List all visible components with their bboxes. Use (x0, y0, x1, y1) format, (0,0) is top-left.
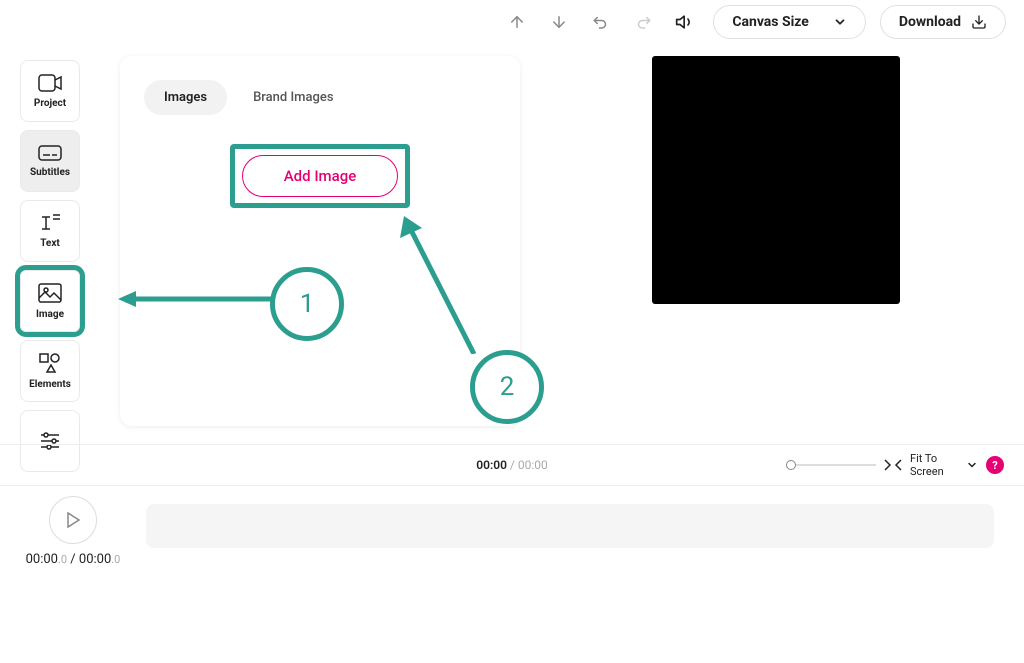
annotation-arrow-2 (394, 214, 484, 354)
image-icon (38, 283, 62, 303)
zoom-slider[interactable] (786, 464, 876, 466)
move-down-icon[interactable] (545, 8, 573, 36)
play-time: 00:00.0 / 00:00.0 (26, 552, 121, 567)
annotation-step-1: 1 (270, 267, 344, 341)
panel-tabs: Images Brand Images (144, 80, 496, 115)
sidebar-item-label: Text (40, 238, 60, 249)
play-current-frac: .0 (58, 553, 67, 566)
move-up-icon[interactable] (503, 8, 531, 36)
fit-icon (884, 459, 902, 471)
fit-to-screen-label[interactable]: Fit To Screen (910, 452, 958, 478)
video-icon (38, 74, 62, 92)
zoom-slider-thumb[interactable] (786, 460, 796, 470)
subtitles-icon (38, 145, 62, 161)
download-icon (971, 14, 987, 30)
undo-icon[interactable] (587, 8, 615, 36)
download-button[interactable]: Download (880, 5, 1006, 39)
sidebar-item-label: Subtitles (30, 167, 70, 178)
play-total: 00:00 (79, 552, 111, 567)
elements-icon (39, 353, 61, 373)
add-image-button[interactable]: Add Image (242, 155, 398, 197)
sidebar-item-label: Image (36, 309, 64, 320)
sidebar-item-subtitles[interactable]: Subtitles (20, 130, 80, 192)
canvas-preview[interactable] (652, 56, 900, 304)
timeline-total: 00:00 (518, 458, 548, 472)
add-image-highlight: Add Image (230, 144, 410, 208)
canvas-size-label: Canvas Size (732, 14, 809, 30)
redo-icon[interactable] (629, 8, 657, 36)
play-button[interactable] (49, 496, 97, 544)
text-icon (39, 214, 61, 232)
timeline-right-controls: Fit To Screen ? (786, 452, 1004, 478)
chevron-down-icon[interactable] (966, 459, 978, 471)
sidebar-item-image[interactable]: Image (20, 270, 80, 332)
play-total-frac: .0 (111, 553, 120, 566)
timeline-track[interactable] (146, 504, 994, 548)
annotation-step-2: 2 (470, 350, 544, 424)
sidebar-item-label: Project (34, 98, 66, 109)
sidebar-item-label: Elements (29, 379, 71, 390)
volume-icon[interactable] (671, 8, 699, 36)
top-bar: Canvas Size Download (0, 0, 1024, 44)
chevron-down-icon (833, 15, 847, 29)
help-button[interactable]: ? (986, 456, 1004, 474)
sidebar-item-project[interactable]: Project (20, 60, 80, 122)
annotation-arrow-1 (118, 287, 274, 311)
timeline-current: 00:00 (476, 458, 507, 472)
play-current: 00:00 (26, 552, 58, 567)
sidebar-item-elements[interactable]: Elements (20, 340, 80, 402)
timeline-time: 00:00 / 00:00 (476, 458, 548, 472)
timeline-sep: / (507, 458, 518, 472)
sidebar-item-text[interactable]: Text (20, 200, 80, 262)
download-label: Download (899, 14, 961, 30)
play-controls: 00:00.0 / 00:00.0 (0, 486, 146, 576)
timeline-info-bar: 00:00 / 00:00 Fit To Screen ? (0, 444, 1024, 486)
tab-brand-images[interactable]: Brand Images (233, 80, 353, 115)
canvas-size-button[interactable]: Canvas Size (713, 5, 866, 39)
sidebar: Project Subtitles Text Image Elements (0, 60, 100, 472)
play-icon (66, 512, 80, 528)
play-sep: / (67, 552, 79, 567)
tab-images[interactable]: Images (144, 80, 227, 115)
